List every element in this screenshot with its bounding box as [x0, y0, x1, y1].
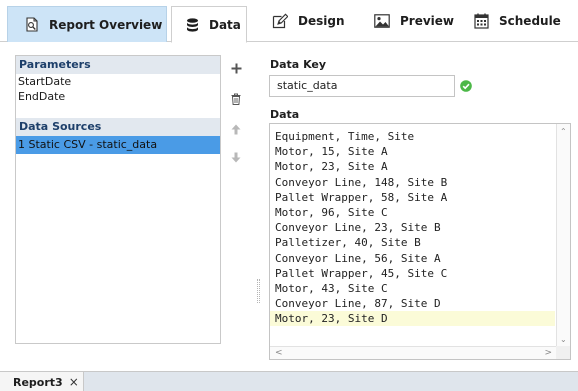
data-source-item[interactable]: 1 Static CSV - static_data [16, 136, 220, 154]
document-tab-bar: Report3 × [0, 371, 578, 391]
tab-report-overview[interactable]: Report Overview [7, 6, 167, 42]
check-valid-icon [460, 80, 472, 92]
data-text-area[interactable]: Equipment, Time, Site Motor, 15, Site A … [269, 123, 571, 360]
data-line: Pallet Wrapper, 58, Site A [275, 190, 448, 204]
data-line: Palletizer, 40, Site B [275, 236, 421, 250]
parameter-item[interactable]: EndDate [16, 89, 220, 104]
data-line: Motor, 23, Site A [275, 160, 388, 174]
scroll-corner [556, 346, 570, 359]
data-label: Data [270, 108, 300, 121]
tab-label: Design [298, 14, 345, 28]
add-icon[interactable] [229, 61, 243, 75]
tab-preview[interactable]: Preview [374, 0, 454, 42]
vertical-scrollbar[interactable]: ⌃ ⌄ [556, 124, 570, 347]
data-line: Conveyor Line, 23, Site B [275, 221, 441, 235]
scroll-right-arrow-icon[interactable]: > [544, 348, 552, 358]
data-line: Pallet Wrapper, 45, Site C [275, 266, 448, 280]
design-icon [272, 13, 288, 29]
data-line: Conveyor Line, 56, Site A [275, 251, 441, 265]
database-icon [186, 17, 199, 32]
data-line: Conveyor Line, 87, Site D [275, 297, 441, 311]
parameter-item[interactable]: StartDate [16, 74, 220, 89]
tab-design[interactable]: Design [272, 0, 345, 42]
splitter-grip[interactable] [257, 279, 260, 303]
tab-schedule[interactable]: Schedule [474, 0, 561, 42]
tab-label: Report Overview [49, 17, 163, 32]
tab-label: Preview [400, 14, 455, 28]
data-line: Conveyor Line, 148, Site B [275, 175, 448, 189]
tab-data[interactable]: Data [171, 6, 247, 43]
scroll-left-arrow-icon[interactable]: < [275, 348, 283, 358]
data-sources-header: Data Sources [16, 118, 220, 136]
data-line: Motor, 96, Site C [275, 205, 388, 219]
delete-icon[interactable] [229, 92, 243, 106]
report-overview-icon [25, 17, 39, 32]
scroll-down-arrow-icon[interactable]: ⌄ [560, 335, 567, 344]
move-up-icon[interactable] [229, 122, 243, 136]
document-tab-label: Report3 [13, 375, 63, 389]
data-key-label: Data Key [270, 58, 327, 71]
move-down-icon[interactable] [229, 150, 243, 164]
data-key-input[interactable]: static_data [269, 75, 455, 97]
tab-label: Schedule [499, 14, 561, 28]
data-lines: Equipment, Time, Site Motor, 15, Site A … [270, 129, 555, 327]
data-line: Equipment, Time, Site [275, 130, 415, 143]
report-tab-bar: Report Overview Data Design Preview Sche… [0, 0, 578, 43]
close-icon[interactable]: × [69, 375, 79, 389]
data-sources-panel: Parameters StartDate EndDate Data Source… [15, 55, 221, 344]
tab-label: Data [209, 17, 241, 32]
data-line-current: Motor, 23, Site D [270, 311, 555, 327]
data-line: Motor, 43, Site C [275, 281, 388, 295]
preview-icon [374, 14, 390, 28]
data-line: Motor, 15, Site A [275, 145, 388, 159]
horizontal-scrollbar[interactable]: < > [270, 346, 557, 359]
calendar-icon [474, 13, 489, 29]
document-tab-report3[interactable]: Report3 × [0, 372, 84, 391]
parameters-header: Parameters [16, 56, 220, 74]
scroll-up-arrow-icon[interactable]: ⌃ [560, 127, 567, 136]
